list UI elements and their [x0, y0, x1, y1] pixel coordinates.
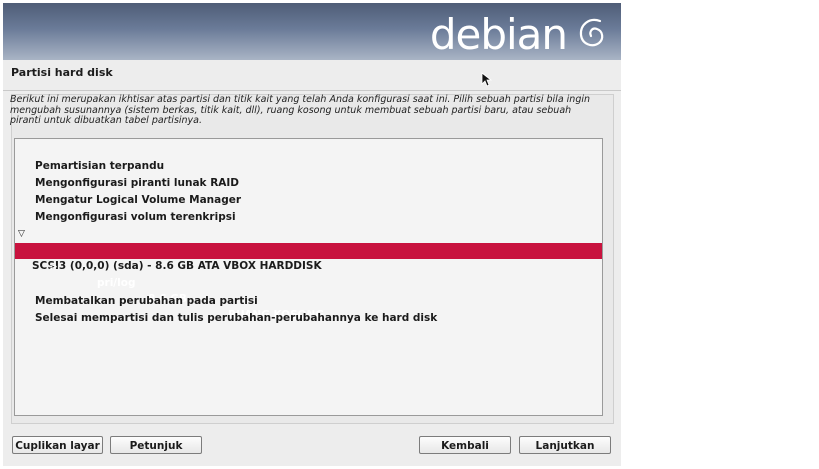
list-item-finish-partitioning[interactable]: Selesai mempartisi dan tulis perubahan-p… — [15, 294, 602, 324]
debian-logo-text: debian — [429, 10, 568, 59]
list-item-guided-partitioning[interactable]: Pemartisian terpandu — [15, 142, 602, 172]
collapse-triangle-icon: ▽ — [18, 229, 25, 239]
list-item-free-space[interactable]: > pri/log 8.6 GB RUANG KOSONG — [15, 243, 602, 321]
instruction-text: Berikut ini merupakan ikhtisar atas part… — [10, 94, 591, 126]
mouse-pointer-icon — [481, 72, 492, 87]
list-item-undo-changes[interactable]: Membatalkan perubahan pada partisi — [15, 277, 602, 307]
help-button[interactable]: Petunjuk — [110, 436, 202, 454]
back-button[interactable]: Kembali — [419, 436, 511, 454]
list-item-configure-encrypted[interactable]: Mengonfigurasi volum terenkripsi — [15, 193, 602, 223]
debian-swirl-icon — [579, 18, 604, 47]
list-item-disk-sda[interactable]: ▽ SCSI3 (0,0,0) (sda) - 8.6 GB ATA VBOX … — [15, 226, 602, 272]
list-item-label: Mengonfigurasi volum terenkripsi — [35, 211, 236, 223]
continue-button[interactable]: Lanjutkan — [519, 436, 611, 454]
list-item-label: Selesai mempartisi dan tulis perubahan-p… — [35, 312, 438, 324]
list-item-configure-lvm[interactable]: Mengatur Logical Volume Manager — [15, 176, 602, 206]
selection-marker: > — [49, 261, 58, 273]
list-item-configure-raid[interactable]: Mengonfigurasi piranti lunak RAID — [15, 159, 602, 189]
screenshot-button[interactable]: Cuplikan layar — [12, 436, 103, 454]
title-divider — [3, 90, 621, 91]
disk-label: SCSI3 (0,0,0) (sda) - 8.6 GB ATA VBOX HA… — [32, 260, 322, 272]
debian-banner: debian — [3, 3, 621, 60]
page-title: Partisi hard disk — [11, 66, 113, 79]
partition-list[interactable]: Pemartisian terpandu Mengonfigurasi pira… — [14, 138, 603, 416]
